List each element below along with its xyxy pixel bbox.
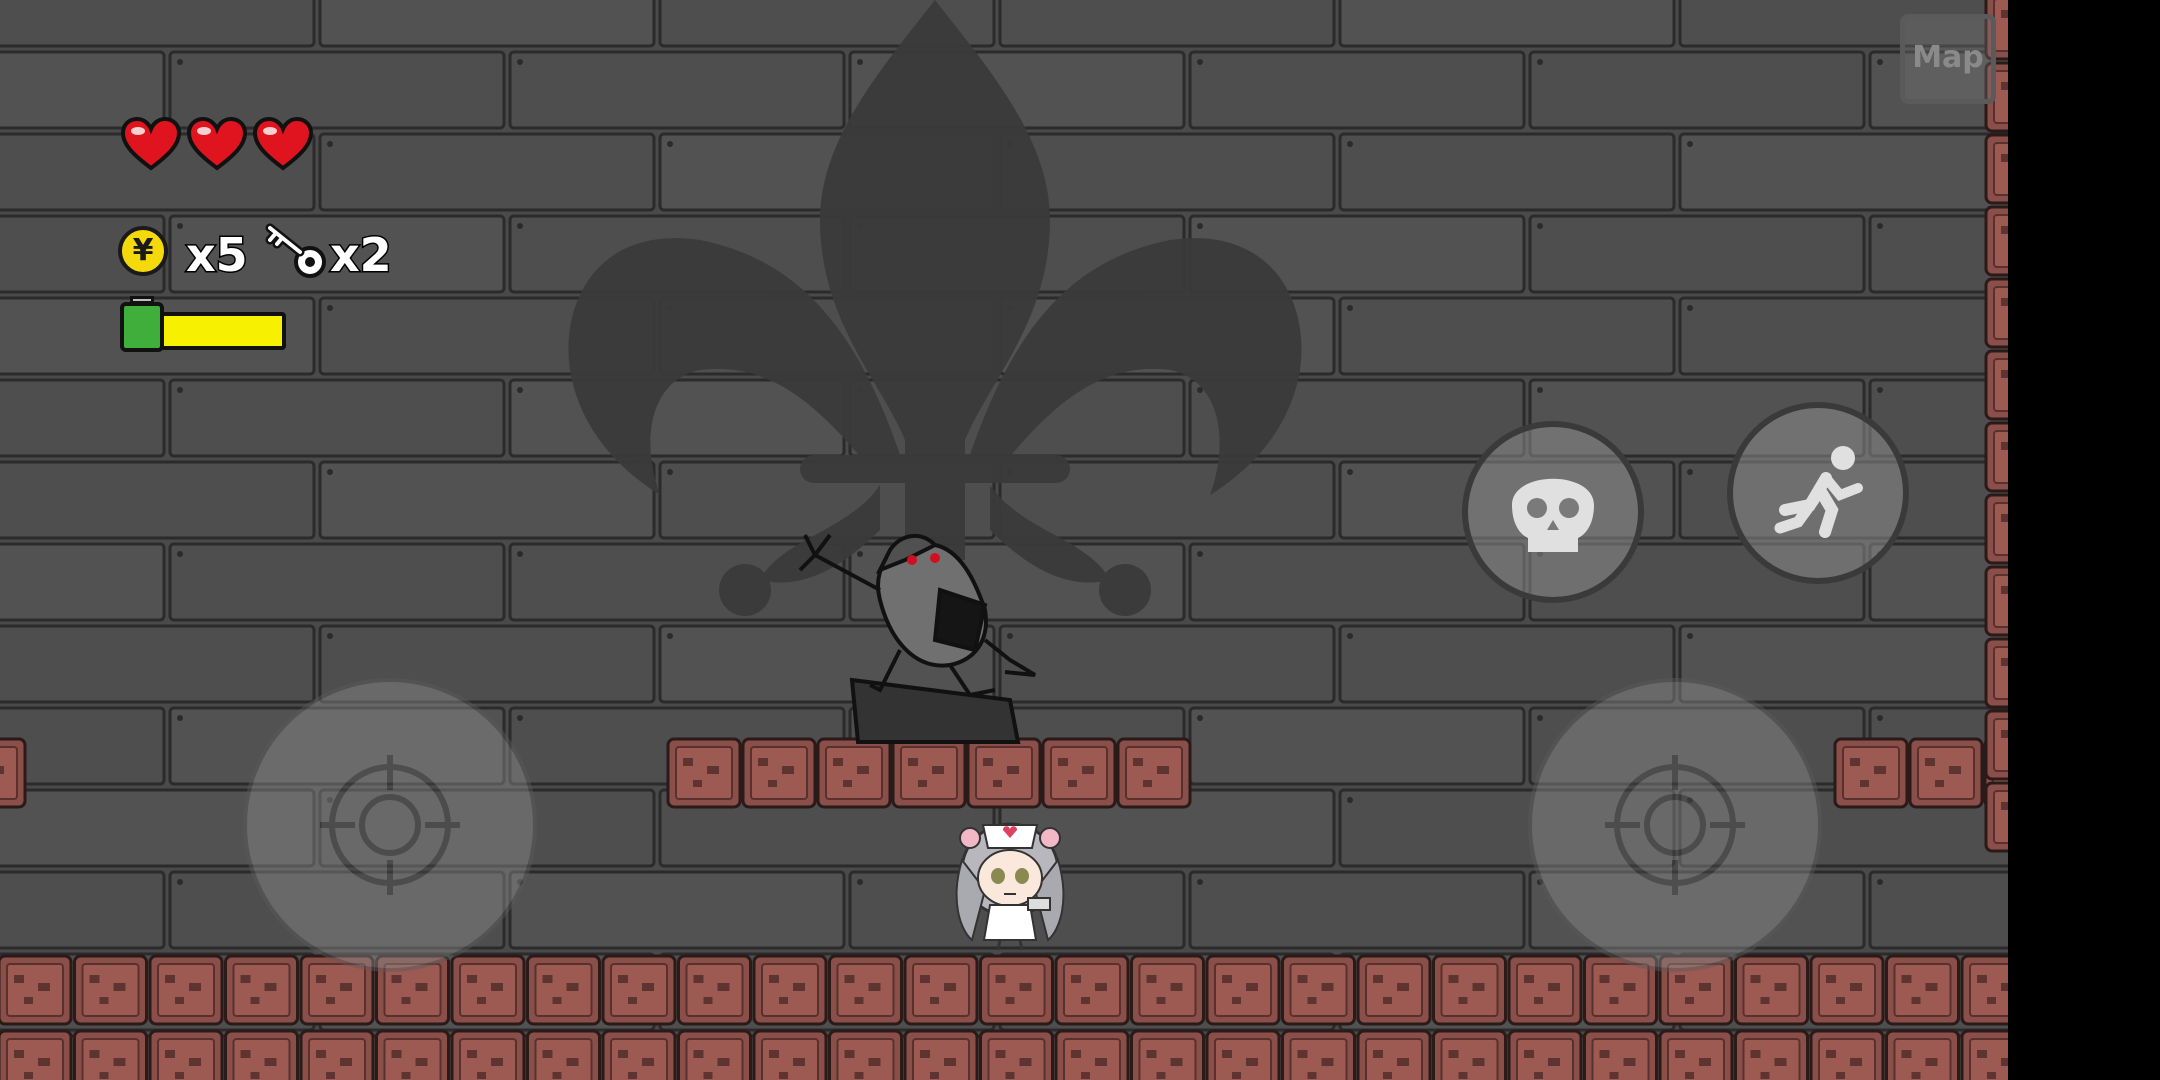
key-count: x2 <box>329 228 394 282</box>
map-label: Map <box>1912 40 1984 75</box>
heart-icon <box>252 116 314 171</box>
brick-floor <box>0 954 2008 1080</box>
brick-wall-right <box>1984 0 2008 853</box>
aim-joystick[interactable] <box>1528 678 1822 972</box>
energy-bar-fill <box>164 316 282 346</box>
coin-count: x5 <box>185 228 250 282</box>
key-icon <box>265 223 326 278</box>
dash-button[interactable] <box>1727 402 1909 584</box>
game-viewport: ¥ x5 x2 Map <box>0 0 2008 1080</box>
brick-platform-left <box>0 737 27 809</box>
nurse-girl-player <box>955 822 1065 951</box>
hud: ¥ x5 x2 <box>0 0 600 380</box>
brick-platform-right <box>1833 737 2008 809</box>
heart-icon <box>186 116 248 171</box>
heart-icon <box>120 116 182 171</box>
move-joystick[interactable] <box>243 678 537 972</box>
battery-icon <box>120 296 164 352</box>
brick-platform <box>666 737 1192 809</box>
coin-symbol: ¥ <box>132 233 154 268</box>
map-button[interactable]: Map <box>1900 14 1996 104</box>
screen-letterbox <box>2008 0 2160 1080</box>
energy-bar <box>160 312 286 350</box>
skill-button[interactable] <box>1462 421 1644 603</box>
coin-icon: ¥ <box>118 226 168 276</box>
